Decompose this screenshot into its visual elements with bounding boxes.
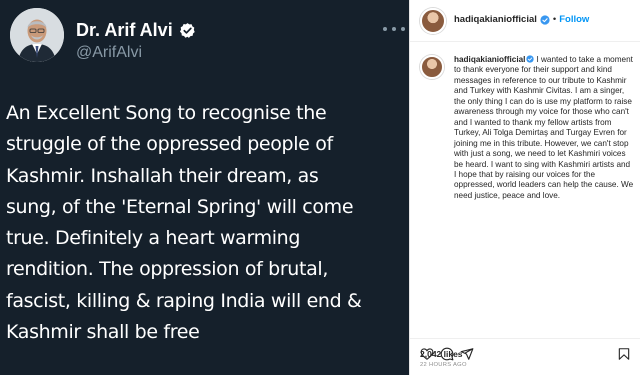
tweet-author[interactable]: Dr. Arif Alvi xyxy=(76,20,196,41)
more-icon[interactable] xyxy=(383,24,405,34)
verified-icon xyxy=(526,55,535,63)
avatar[interactable] xyxy=(10,8,64,62)
post-header: hadiqakianiofficial • Follow xyxy=(410,0,640,42)
caption-text: I wanted to take a moment to thank every… xyxy=(454,55,634,200)
follow-button[interactable]: Follow xyxy=(559,14,589,25)
tweet-text: An Excellent Song to recognise the strug… xyxy=(6,102,362,344)
username[interactable]: hadiqakianiofficial xyxy=(454,14,537,25)
display-name[interactable]: Dr. Arif Alvi xyxy=(76,20,173,41)
avatar-portrait-icon xyxy=(10,8,64,62)
post-author: hadiqakianiofficial • Follow xyxy=(454,14,589,25)
verified-icon xyxy=(540,14,550,25)
verified-icon xyxy=(179,23,195,38)
caption-username[interactable]: hadiqakianiofficial xyxy=(454,55,525,64)
handle[interactable]: @ArifAlvi xyxy=(76,44,142,62)
tweet-card: Dr. Arif Alvi @ArifAlvi An Excellent Son… xyxy=(0,0,409,375)
avatar[interactable] xyxy=(420,8,446,34)
likes-count[interactable]: 2,042 likes xyxy=(420,349,463,359)
instagram-post: hadiqakianiofficial • Follow hadiqakiani… xyxy=(409,0,640,375)
bookmark-icon[interactable] xyxy=(617,347,631,361)
caption-avatar[interactable] xyxy=(420,55,444,79)
timestamp: 22 HOURS AGO xyxy=(420,362,467,368)
post-caption: hadiqakianiofficial I wanted to take a mo… xyxy=(454,55,634,201)
separator: • xyxy=(552,14,557,25)
